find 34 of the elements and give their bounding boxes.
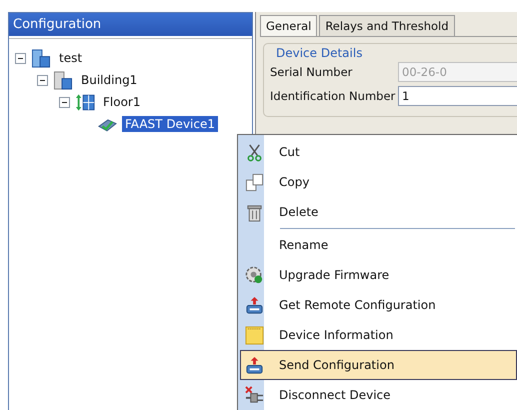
tab[interactable]: Relays and Threshold <box>319 15 455 36</box>
field-label: Serial Number <box>270 65 354 79</box>
tree-item[interactable]: Floor1 <box>100 94 144 110</box>
copy-icon <box>244 172 264 192</box>
tree-item[interactable]: FAAST Device1 <box>122 116 218 132</box>
upload-icon <box>244 356 264 374</box>
menu-item[interactable]: Rename <box>240 230 517 260</box>
menu-item[interactable]: Cut <box>240 137 517 167</box>
menu-item[interactable]: Device Information <box>240 320 517 350</box>
menu-item[interactable]: Delete <box>240 197 517 227</box>
buildings-icon <box>31 48 51 68</box>
scissors-icon <box>244 142 264 162</box>
collapse-icon[interactable] <box>37 74 48 86</box>
floor-icon <box>75 92 95 112</box>
tab[interactable]: General <box>260 15 318 36</box>
field-label: Identification Number <box>270 89 394 103</box>
tree-item[interactable]: Building1 <box>78 72 140 88</box>
menu-item[interactable]: Get Remote Configuration <box>240 290 517 320</box>
trash-icon <box>244 202 264 222</box>
group-title: Device Details <box>276 46 364 60</box>
menu-item[interactable]: Upgrade Firmware <box>240 260 517 290</box>
tree-item[interactable]: test <box>56 50 86 66</box>
unplug-icon <box>244 386 264 404</box>
menu-item[interactable]: Send Configuration <box>240 350 517 380</box>
upload-icon <box>244 296 264 314</box>
menu-item[interactable]: Copy <box>240 167 517 197</box>
collapse-icon[interactable] <box>15 52 26 64</box>
gear-icon <box>244 266 264 284</box>
menu-item[interactable]: Disconnect Device <box>240 380 517 410</box>
panel-title: Configuration <box>9 13 252 36</box>
input-field[interactable]: 1 <box>398 86 517 106</box>
collapse-icon[interactable] <box>59 96 70 108</box>
note-icon <box>244 326 264 344</box>
building-icon <box>53 70 73 90</box>
